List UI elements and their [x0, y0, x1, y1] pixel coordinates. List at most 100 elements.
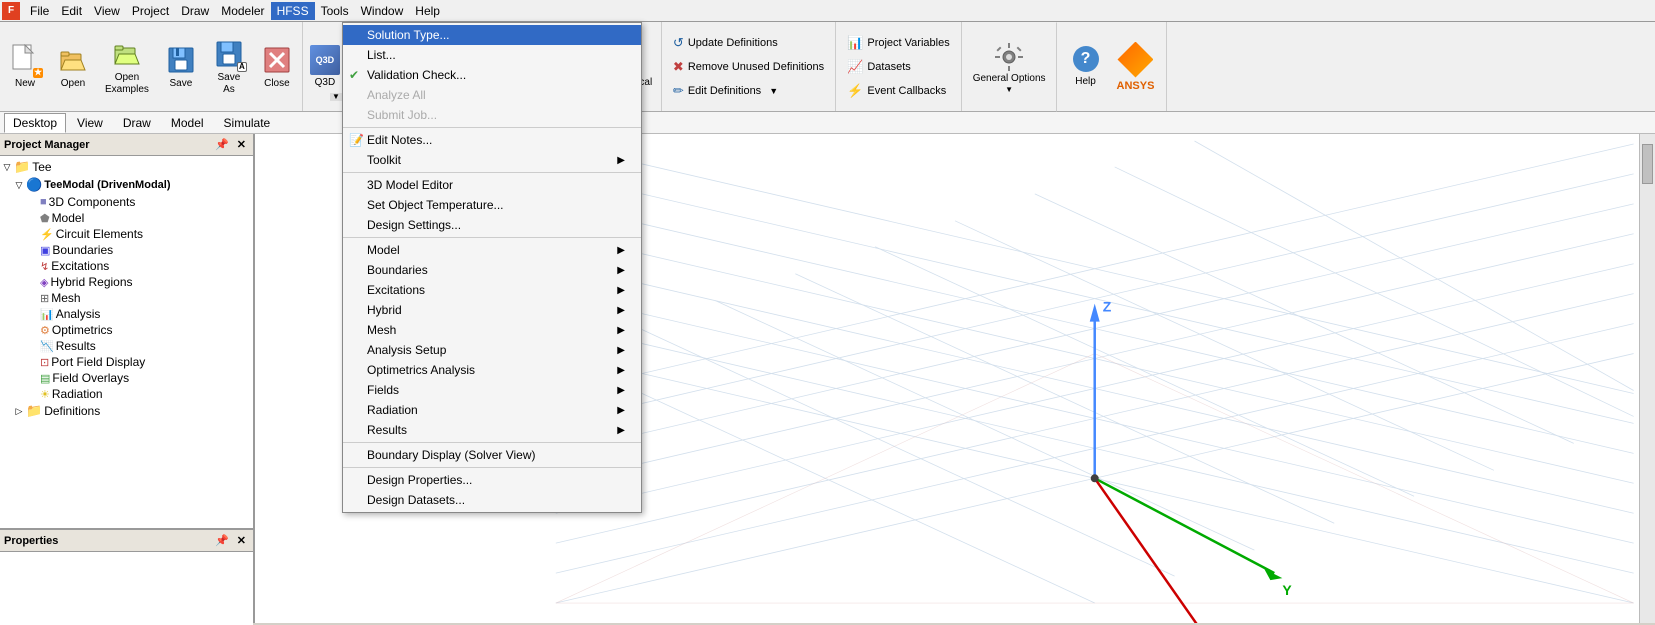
model-sub-arrow: ▶: [617, 245, 625, 256]
q3d-button[interactable]: Q3D Q3D ▼: [305, 28, 345, 106]
tree-item-optimetrics[interactable]: ⚙ Optimetrics: [2, 322, 251, 338]
tab-view[interactable]: View: [68, 113, 112, 133]
tab-desktop[interactable]: Desktop: [4, 113, 66, 133]
viewport-scrollbar-v[interactable]: [1639, 134, 1655, 623]
boundary-icon: ▣: [40, 244, 50, 257]
open-examples-button[interactable]: OpenExamples: [98, 28, 156, 106]
menu-modeler[interactable]: Modeler: [215, 2, 270, 20]
menu-item-3d-model-editor[interactable]: 3D Model Editor: [343, 175, 641, 195]
menu-window[interactable]: Window: [355, 2, 410, 20]
menu-item-toolkit[interactable]: Toolkit ▶: [343, 150, 641, 170]
event-callbacks-button[interactable]: ⚡ Event Callbacks: [842, 80, 955, 102]
tree-item-boundaries[interactable]: ▣ Boundaries: [2, 242, 251, 258]
general-options-arrow[interactable]: ▼: [1005, 85, 1013, 94]
remove-unused-definitions-button[interactable]: ✖ Remove Unused Definitions: [668, 56, 829, 78]
definitions-section: ↺ Update Definitions ✖ Remove Unused Def…: [662, 22, 836, 111]
folder-icon: 📁: [14, 159, 30, 175]
close-button[interactable]: Close: [254, 28, 300, 106]
app-icon: F: [2, 2, 20, 20]
hybrid-icon: ◈: [40, 276, 48, 289]
save-as-button[interactable]: A SaveAs: [206, 28, 252, 106]
menu-edit[interactable]: Edit: [55, 2, 88, 20]
project-variables-icon: 📊: [847, 35, 863, 51]
tree-item-model[interactable]: ⬟ Model: [2, 210, 251, 226]
new-button[interactable]: ★ New: [2, 28, 48, 106]
tree-item-circuit-elements[interactable]: ⚡ Circuit Elements: [2, 226, 251, 242]
menu-item-design-properties[interactable]: Design Properties...: [343, 470, 641, 490]
menu-item-design-datasets[interactable]: Design Datasets...: [343, 490, 641, 510]
general-options-button[interactable]: General Options ▼: [962, 22, 1057, 112]
properties-title: Properties: [4, 535, 58, 547]
properties-close-icon[interactable]: ✕: [234, 533, 249, 548]
tree-item-3d-components[interactable]: ■ 3D Components: [2, 194, 251, 210]
tree-item-analysis[interactable]: 📊 Analysis: [2, 306, 251, 322]
menu-item-design-settings[interactable]: Design Settings...: [343, 215, 641, 235]
menu-hfss[interactable]: HFSS: [271, 2, 315, 20]
menu-item-analysis-setup-sub[interactable]: Analysis Setup ▶: [343, 340, 641, 360]
ansys-logo: ANSYS: [1113, 28, 1159, 106]
open-button[interactable]: Open: [50, 28, 96, 106]
menu-file[interactable]: File: [24, 2, 55, 20]
menu-help[interactable]: Help: [409, 2, 446, 20]
tab-model[interactable]: Model: [162, 113, 213, 133]
datasets-button[interactable]: 📈 Datasets: [842, 56, 955, 78]
tree-item-tee-modal[interactable]: ▽ 🔵 TeeModal (DrivenModal): [2, 176, 251, 194]
menu-view[interactable]: View: [88, 2, 126, 20]
results-sub-arrow: ▶: [617, 425, 625, 436]
edit-definitions-arrow[interactable]: ▼: [769, 86, 778, 96]
tree-item-field-overlays[interactable]: ▤ Field Overlays: [2, 370, 251, 386]
tree-item-results[interactable]: 📉 Results: [2, 338, 251, 354]
menu-item-fields-sub[interactable]: Fields ▶: [343, 380, 641, 400]
menu-item-results-sub[interactable]: Results ▶: [343, 420, 641, 440]
edit-definitions-icon: ✏: [673, 83, 684, 99]
menu-item-optimetrics-analysis-sub[interactable]: Optimetrics Analysis ▶: [343, 360, 641, 380]
tab-simulate[interactable]: Simulate: [215, 113, 280, 133]
menu-item-boundary-display[interactable]: Boundary Display (Solver View): [343, 445, 641, 465]
edit-definitions-button[interactable]: ✏ Edit Definitions ▼: [668, 80, 829, 102]
tree-item-excitations[interactable]: ↯ Excitations: [2, 258, 251, 274]
menu-project[interactable]: Project: [126, 2, 175, 20]
menu-item-excitations-sub[interactable]: Excitations ▶: [343, 280, 641, 300]
tree-label: Excitations: [51, 259, 109, 273]
menu-draw[interactable]: Draw: [175, 2, 215, 20]
analysis-icon: 📊: [40, 308, 54, 321]
project-variables-button[interactable]: 📊 Project Variables: [842, 32, 955, 54]
menu-item-boundaries-sub[interactable]: Boundaries ▶: [343, 260, 641, 280]
save-button[interactable]: Save: [158, 28, 204, 106]
fields-sub-arrow: ▶: [617, 385, 625, 396]
edit-notes-icon: 📝: [349, 134, 364, 147]
expand-icon[interactable]: ▽: [14, 180, 24, 191]
menu-item-mesh-sub[interactable]: Mesh ▶: [343, 320, 641, 340]
circuit-icon: ⚡: [40, 228, 54, 241]
event-callbacks-icon: ⚡: [847, 83, 863, 99]
tree-item-port-field-display[interactable]: ⊡ Port Field Display: [2, 354, 251, 370]
menu-item-edit-notes[interactable]: 📝 Edit Notes...: [343, 134, 641, 150]
tree-label: 3D Components: [49, 195, 136, 209]
tree-item-tee[interactable]: ▽ 📁 Tee: [2, 158, 251, 176]
field-icon: ▤: [40, 372, 50, 385]
excitations-sub-arrow: ▶: [617, 285, 625, 296]
tree-item-hybrid-regions[interactable]: ◈ Hybrid Regions: [2, 274, 251, 290]
panel-close-icon[interactable]: ✕: [234, 137, 249, 152]
help-button[interactable]: ? Help: [1065, 28, 1107, 106]
scroll-thumb[interactable]: [1642, 144, 1653, 184]
tree-item-radiation[interactable]: ☀ Radiation: [2, 386, 251, 402]
menu-item-set-object-temp[interactable]: Set Object Temperature...: [343, 195, 641, 215]
menu-item-model-sub[interactable]: Model ▶: [343, 240, 641, 260]
panel-pin-icon[interactable]: 📌: [212, 137, 232, 152]
update-definitions-button[interactable]: ↺ Update Definitions: [668, 32, 829, 54]
menu-item-hybrid-sub[interactable]: Hybrid ▶: [343, 300, 641, 320]
tree-label: Optimetrics: [52, 323, 113, 337]
tree-item-definitions[interactable]: ▷ 📁 Definitions: [2, 402, 251, 420]
properties-pin-icon[interactable]: 📌: [212, 533, 232, 548]
expand-icon[interactable]: ▷: [14, 406, 24, 417]
expand-icon[interactable]: ▽: [2, 162, 12, 173]
tab-draw[interactable]: Draw: [114, 113, 160, 133]
menu-item-radiation-sub[interactable]: Radiation ▶: [343, 400, 641, 420]
svg-text:Y: Y: [1282, 582, 1292, 598]
tree-item-mesh[interactable]: ⊞ Mesh: [2, 290, 251, 306]
q3d-dropdown-arrow[interactable]: ▼: [330, 93, 342, 101]
menu-tools[interactable]: Tools: [315, 2, 355, 20]
mesh-icon: ⊞: [40, 292, 49, 305]
datasets-icon: 📈: [847, 59, 863, 75]
